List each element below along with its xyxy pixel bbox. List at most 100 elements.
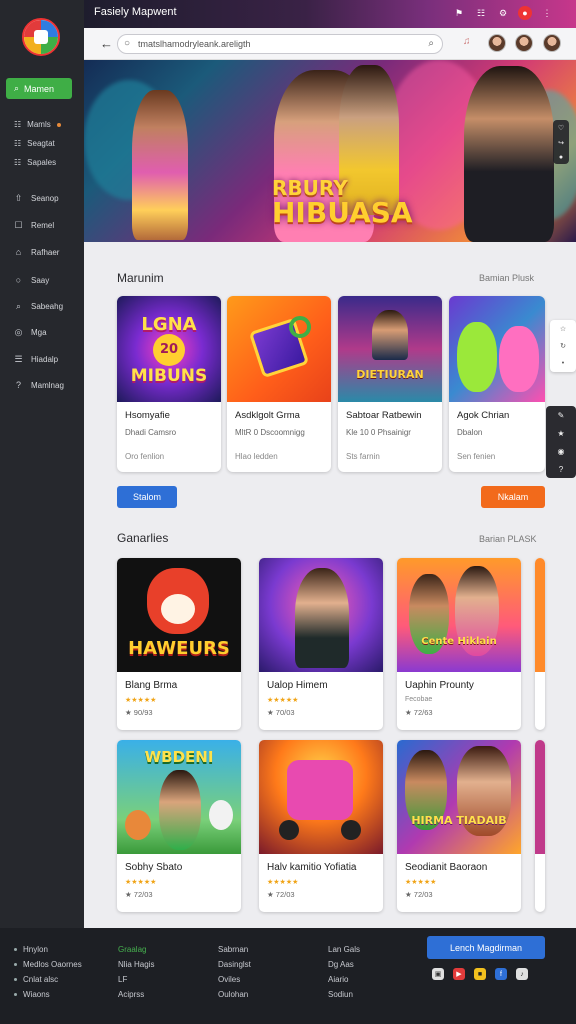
avatar[interactable]	[543, 34, 561, 52]
settings-icon[interactable]: ⚙	[496, 6, 510, 20]
game-thumbnail	[449, 296, 545, 402]
footer-link-active[interactable]: Graalag	[118, 942, 154, 957]
back-arrow-icon[interactable]: ←	[100, 36, 113, 51]
game-card[interactable]: Asdklgolt Grma MltR 0 Dscoomnigg Hlao le…	[227, 296, 331, 472]
card-title: Asdklgolt Grma	[235, 410, 300, 421]
game-card-partial[interactable]	[535, 740, 545, 912]
game-card[interactable]: DIETIURAN Sabtoar Ratbewin Kle 10 0 Phsa…	[338, 296, 442, 472]
section-link[interactable]: Bamian Plusk	[479, 273, 534, 283]
bookmark-icon[interactable]: ⚑	[452, 6, 466, 20]
footer-link[interactable]: Cnlat alsc	[14, 972, 82, 987]
share-icon[interactable]: ↪	[558, 139, 564, 147]
edit-icon[interactable]: ✎	[558, 411, 565, 420]
rating-stars: ★★★★★	[125, 879, 157, 886]
url-input[interactable]: ○ tmatslhamodryleank.areligth ⌕	[117, 34, 443, 54]
footer-link[interactable]: Dg Aas	[328, 957, 360, 972]
game-card[interactable]: Ualop Himem ★★★★★ ★ 70/03	[259, 558, 383, 730]
game-card[interactable]: WBDENI Sobhy Sbato ★★★★★ ★ 72/03	[117, 740, 241, 912]
heart-icon[interactable]: ♡	[558, 124, 564, 132]
footer-link[interactable]: Lan Gals	[328, 942, 360, 957]
game-thumbnail: WBDENI	[117, 740, 241, 854]
snapchat-icon[interactable]: ■	[474, 968, 486, 980]
sidebar-item-sabeahg[interactable]: ⌕ Sabeahg	[14, 301, 63, 312]
footer-link[interactable]: Dasinglst	[218, 957, 251, 972]
footer-link[interactable]: Wiaons	[14, 987, 82, 1002]
app-logo[interactable]	[22, 18, 60, 56]
rating-stars: Fecobae	[405, 696, 433, 703]
footer-link[interactable]: LF	[118, 972, 154, 987]
card-subtitle: MltR 0 Dscoomnigg	[235, 428, 305, 437]
card-meta: ★ 90/93	[125, 708, 153, 717]
star-icon[interactable]: ★	[557, 429, 564, 438]
main-nav-button[interactable]: ⌕ Mamen	[6, 78, 72, 99]
game-thumbnail	[535, 740, 545, 854]
footer-link[interactable]: Aciprss	[118, 987, 154, 1002]
card-title: Sobhy Sbato	[125, 862, 183, 873]
game-card[interactable]: Agok Chrian Dbalon Sen fenien	[449, 296, 545, 472]
star-icon[interactable]: ☆	[560, 325, 566, 333]
card-title: Ualop Himem	[267, 680, 328, 691]
game-card[interactable]: Cente Hiklain Uaphin Prounty Fecobae ★ 7…	[397, 558, 521, 730]
sidebar-mini-item[interactable]: ☷ Seagtat	[14, 139, 55, 148]
search-icon[interactable]: ⌕	[428, 35, 434, 53]
menu-icon[interactable]: ⋮	[540, 6, 554, 20]
launch-button[interactable]: Lench Magdirman	[427, 936, 545, 959]
help-icon[interactable]: ?	[559, 465, 563, 474]
sidebar-item-remel[interactable]: ☐ Remel	[14, 220, 54, 231]
avatar[interactable]	[515, 34, 533, 52]
instagram-icon[interactable]: ▣	[432, 968, 444, 980]
sidebar-item-mga[interactable]: ◎ Mga	[14, 327, 47, 338]
grid-icon[interactable]: ☷	[474, 6, 488, 20]
footer-col-4: Lan Gals Dg Aas Aiario Sodiun	[328, 942, 360, 1002]
card-meta: ★ 72/03	[125, 890, 153, 899]
footer-link[interactable]: Sabrnan	[218, 942, 251, 957]
sidebar-item-label: Sabeahg	[31, 302, 64, 311]
footer-link[interactable]: Aiario	[328, 972, 360, 987]
character-boy-right	[464, 66, 554, 242]
chat-icon[interactable]: ◉	[558, 447, 565, 456]
youtube-icon[interactable]: ▶	[453, 968, 465, 980]
footer-link[interactable]: Hnylon	[14, 942, 82, 957]
sidebar-item-seanop[interactable]: ⇧ Seanop	[14, 193, 59, 204]
facebook-icon[interactable]: f	[495, 968, 507, 980]
footer-link[interactable]: Sodiun	[328, 987, 360, 1002]
game-card[interactable]: HAWEURS Blang Brma ★★★★★ ★ 90/93	[117, 558, 241, 730]
tiktok-icon[interactable]: ♪	[516, 968, 528, 980]
sidebar-item-label: Saay	[31, 275, 50, 285]
footer-link[interactable]: Oviles	[218, 972, 251, 987]
section-link[interactable]: Barian PLASK	[479, 534, 537, 544]
bell-icon[interactable]: ♫	[463, 36, 477, 50]
game-card[interactable]: HIRMA TIADAIB Seodianit Baoraon ★★★★★ ★ …	[397, 740, 521, 912]
sidebar-mini-item[interactable]: ☷ Mamls	[14, 120, 61, 129]
sidebar-item-label: Mamlnag	[31, 380, 64, 390]
game-card-partial[interactable]	[535, 558, 545, 730]
card-meta: ★ 72/63	[405, 708, 433, 717]
footer-link[interactable]: Nlia Hagis	[118, 957, 154, 972]
rating-stars: ★★★★★	[267, 697, 299, 704]
primary-button[interactable]: Stalom	[117, 486, 177, 508]
sidebar-item-rafhaer[interactable]: ⌂ Rafhaer	[14, 247, 60, 257]
avatar[interactable]	[488, 34, 506, 52]
secondary-button[interactable]: Nkalam	[481, 486, 545, 508]
card-meta: Sts farnin	[346, 452, 380, 461]
sidebar-mini-label: Sapales	[27, 158, 57, 167]
sidebar-item-mamlnag[interactable]: ? Mamlnag	[14, 380, 64, 390]
game-card[interactable]: LGNA 20 MIBUNS Hsomyafie Dhadi Camsro Or…	[117, 296, 221, 472]
section-title: Marunim	[117, 271, 164, 285]
game-card[interactable]: Halv kamitio Yofiatia ★★★★★ ★ 72/03	[259, 740, 383, 912]
sidebar-item-saay[interactable]: ○ Saay	[14, 275, 49, 285]
art-badge: 20	[153, 334, 185, 366]
window-controls: ⚑ ☷ ⚙ ● ⋮	[452, 6, 554, 20]
game-thumbnail	[259, 740, 383, 854]
footer-link[interactable]: Oulohan	[218, 987, 251, 1002]
user-icon[interactable]: ●	[518, 6, 532, 20]
card-meta: ★ 70/03	[267, 708, 295, 717]
dot-icon[interactable]: •	[562, 360, 564, 367]
sidebar-mini-item[interactable]: ☷ Sapales	[14, 158, 56, 167]
footer-link[interactable]: Medlos Oaornes	[14, 957, 82, 972]
more-icon[interactable]: ●	[559, 154, 563, 161]
art-text: HIRMA TIADAIB	[411, 814, 507, 827]
footer-col-2: Graalag Nlia Hagis LF Aciprss	[118, 942, 154, 1002]
refresh-icon[interactable]: ↻	[560, 342, 566, 350]
sidebar-item-hiadalp[interactable]: ☰ Hiadalp	[14, 354, 58, 365]
